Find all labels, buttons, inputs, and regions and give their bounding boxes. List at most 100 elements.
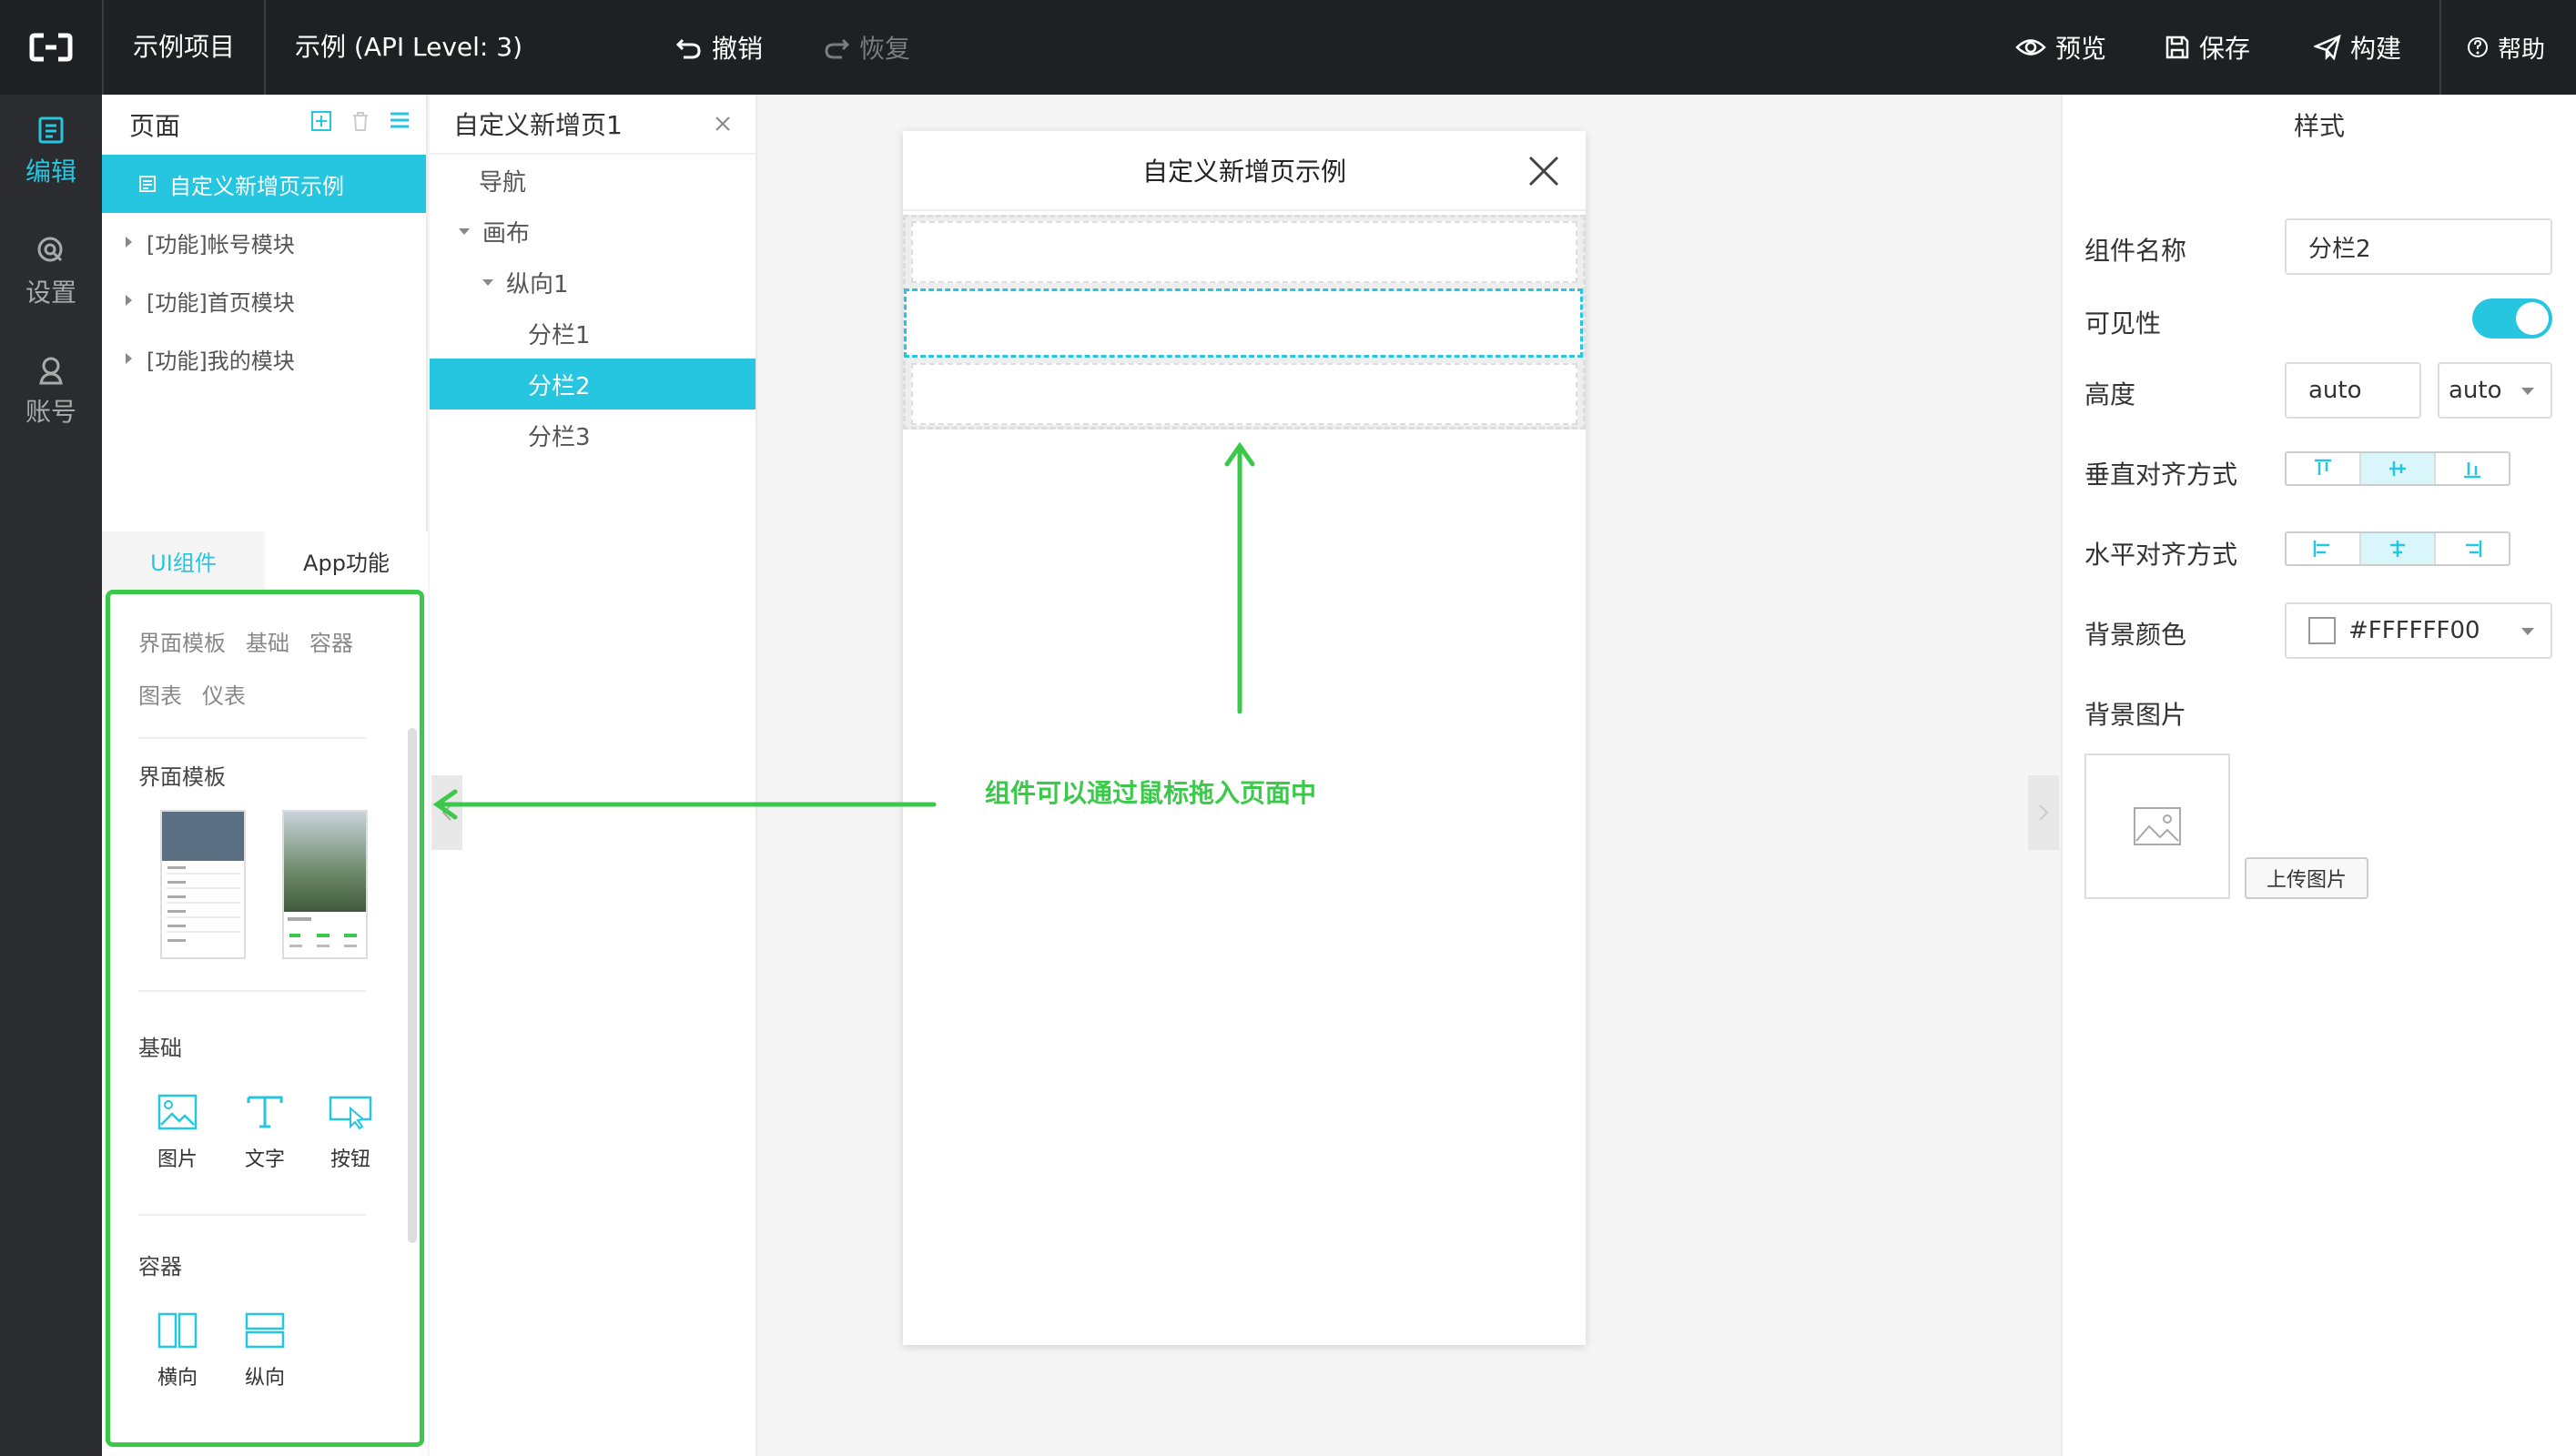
align-center-button[interactable]	[2361, 533, 2436, 564]
background-color-value: #FFFFFF00	[2348, 617, 2480, 644]
save-icon	[2165, 35, 2189, 59]
collapse-icon[interactable]	[459, 228, 470, 235]
undo-label: 撤销	[712, 34, 764, 64]
align-center-icon	[2390, 541, 2405, 557]
collapse-left-handle[interactable]	[431, 775, 462, 850]
undo-button[interactable]: 撤销	[675, 0, 763, 95]
tree-node-col3[interactable]: 分栏3	[430, 410, 756, 460]
tab-app-features[interactable]: App功能	[265, 531, 428, 590]
edit-icon	[38, 116, 64, 144]
phone-title: 自定义新增页示例	[1141, 157, 1346, 187]
nav-edit[interactable]: 编辑	[0, 102, 102, 202]
expand-icon[interactable]	[126, 295, 132, 306]
send-icon	[2314, 35, 2341, 60]
chevron-down-icon	[2521, 628, 2534, 635]
add-page-icon[interactable]	[311, 111, 331, 131]
redo-button[interactable]: 恢复	[823, 0, 910, 95]
visibility-label: 可见性	[2084, 308, 2162, 339]
tab-ui-components[interactable]: UI组件	[102, 531, 265, 590]
height-input[interactable]: auto	[2285, 362, 2421, 419]
page-item-mine[interactable]: [功能]我的模块	[102, 329, 426, 388]
align-top-button[interactable]	[2287, 453, 2361, 484]
left-nav: 编辑 设置 账号	[0, 95, 102, 1456]
visibility-toggle[interactable]	[2472, 298, 2552, 339]
horizontal-align-group	[2285, 531, 2510, 566]
component-tree-panel: 自定义新增页1 导航 画布 纵向1 分栏1 分栏2 分栏3	[430, 95, 757, 1456]
chevron-right-icon	[2039, 804, 2049, 821]
expand-icon[interactable]	[126, 237, 132, 248]
height-value: auto	[2308, 377, 2362, 404]
help-icon	[2468, 37, 2488, 57]
chevron-down-icon	[2521, 388, 2534, 395]
component-name-input[interactable]: 分栏2	[2285, 218, 2552, 275]
undo-icon	[675, 38, 701, 59]
page-item-account[interactable]: [功能]帐号模块	[102, 213, 426, 271]
collapse-icon[interactable]	[482, 278, 493, 286]
close-icon[interactable]	[714, 115, 732, 133]
horizontal-align-label: 水平对齐方式	[2084, 540, 2238, 570]
highlight-box	[106, 590, 424, 1447]
top-bar: 示例项目 示例 (API Level: 3) 撤销 恢复 预览 保存 构建 帮助	[0, 0, 2576, 95]
phone-preview: 自定义新增页示例	[903, 131, 1586, 1345]
align-left-button[interactable]	[2287, 533, 2361, 564]
height-unit-select[interactable]: auto	[2438, 362, 2552, 419]
align-middle-icon	[2389, 461, 2406, 476]
help-button[interactable]: 帮助	[2467, 0, 2545, 95]
delete-page-icon[interactable]	[351, 111, 370, 131]
tree-node-label: 导航	[479, 168, 527, 197]
phone-header: 自定义新增页示例	[903, 131, 1586, 211]
tree-node-canvas[interactable]: 画布	[430, 206, 756, 257]
align-bottom-button[interactable]	[2436, 453, 2509, 484]
preview-button[interactable]: 预览	[2015, 0, 2106, 95]
background-image-label: 背景图片	[2084, 700, 2187, 730]
app-logo[interactable]	[0, 0, 102, 95]
collapse-right-handle[interactable]	[2028, 775, 2059, 850]
tree-node-col1[interactable]: 分栏1	[430, 308, 756, 359]
height-unit-value: auto	[2449, 377, 2502, 404]
tree-node-label: 分栏1	[528, 321, 591, 349]
nav-edit-label: 编辑	[25, 157, 76, 187]
vertical-align-label: 垂直对齐方式	[2084, 460, 2238, 490]
project-name[interactable]: 示例项目	[133, 0, 235, 95]
redo-icon	[825, 38, 850, 59]
component-name-label: 组件名称	[2084, 236, 2187, 266]
align-bottom-icon	[2464, 462, 2480, 479]
eye-icon	[2015, 39, 2046, 56]
tree-node-label: 纵向1	[506, 270, 569, 298]
tree-title: 自定义新增页1	[453, 110, 623, 140]
tree-node-col2[interactable]: 分栏2	[430, 359, 756, 410]
align-middle-button[interactable]	[2361, 453, 2436, 484]
menu-icon[interactable]	[390, 111, 410, 129]
build-button[interactable]: 构建	[2314, 0, 2401, 95]
save-button[interactable]: 保存	[2165, 0, 2250, 95]
height-label: 高度	[2084, 379, 2136, 410]
style-panel-title: 样式	[2293, 111, 2345, 141]
tree-node-nav[interactable]: 导航	[430, 155, 756, 206]
background-color-select[interactable]: #FFFFFF00	[2285, 602, 2552, 659]
upload-image-button[interactable]: 上传图片	[2245, 857, 2368, 899]
background-image-placeholder[interactable]	[2084, 753, 2230, 899]
tree-node-vertical[interactable]: 纵向1	[430, 257, 756, 308]
expand-icon[interactable]	[126, 353, 132, 364]
align-right-button[interactable]	[2436, 533, 2509, 564]
divider	[2439, 0, 2441, 95]
align-right-icon	[2466, 541, 2482, 557]
redo-label: 恢复	[859, 34, 911, 64]
nav-settings-label: 设置	[25, 278, 76, 308]
project-version: 示例 (API Level: 3)	[295, 32, 523, 62]
column-3[interactable]	[911, 363, 1577, 425]
nav-account[interactable]: 账号	[0, 342, 102, 442]
nav-account-label: 账号	[25, 397, 76, 427]
page-item-home[interactable]: [功能]首页模块	[102, 271, 426, 329]
vertical-container[interactable]	[903, 215, 1586, 430]
close-icon[interactable]	[1527, 155, 1560, 187]
align-left-icon	[2313, 541, 2329, 557]
column-1[interactable]	[911, 221, 1577, 283]
column-2-selected[interactable]	[904, 288, 1583, 358]
toggle-knob	[2516, 302, 2549, 335]
page-item-label: 自定义新增页示例	[169, 173, 344, 199]
page-item-custom[interactable]: 自定义新增页示例	[102, 155, 426, 213]
background-color-label: 背景颜色	[2084, 620, 2187, 650]
nav-settings[interactable]: 设置	[0, 222, 102, 322]
drag-hint-annotation: 组件可以通过鼠标拖入页面中	[985, 778, 1317, 808]
